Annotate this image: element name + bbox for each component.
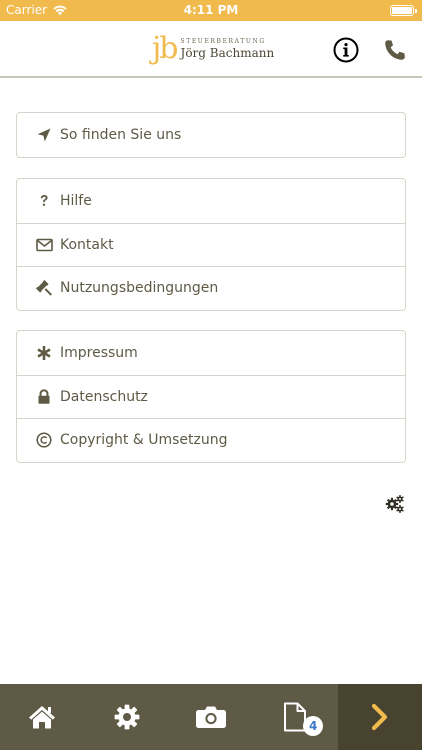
question-icon (35, 192, 53, 210)
menu-item-label: Impressum (60, 344, 138, 361)
home-icon (29, 706, 56, 729)
menu-item-kontakt[interactable]: Kontakt (17, 222, 405, 267)
gear-icon (114, 704, 139, 730)
battery-icon (390, 5, 417, 16)
logo: jb STEUERBERATUNG Jörg Bachmann (152, 31, 274, 67)
envelope-icon (35, 236, 53, 254)
logo-name: Jörg Bachmann (180, 46, 275, 60)
tab-next[interactable] (337, 684, 422, 750)
menu-item-label: So finden Sie uns (60, 126, 182, 143)
tab-documents[interactable]: 4 (253, 684, 337, 750)
app-header: jb STEUERBERATUNG Jörg Bachmann (0, 21, 422, 78)
menu-item-impressum[interactable]: Impressum (17, 331, 405, 375)
menu-item-label: Hilfe (60, 192, 92, 209)
asterisk-icon (35, 344, 53, 362)
gears-icon (385, 495, 404, 513)
tab-bar: 4 (0, 684, 422, 750)
advanced-settings-button[interactable] (385, 494, 405, 514)
info-circle-icon (333, 37, 359, 63)
document-count-badge: 4 (303, 716, 324, 736)
menu-item-label: Datenschutz (60, 388, 148, 405)
phone-icon (385, 40, 405, 60)
menu-item-hilfe[interactable]: Hilfe (17, 179, 405, 223)
menu-item-datenschutz[interactable]: Datenschutz (17, 374, 405, 419)
info-button[interactable] (333, 37, 359, 63)
gavel-icon (35, 279, 53, 297)
menu-group-location: So finden Sie uns (16, 112, 406, 158)
menu-group-legal: Impressum Datenschutz Copyright & Umsetz… (16, 330, 406, 463)
copyright-icon (35, 431, 53, 449)
tab-settings[interactable] (84, 684, 168, 750)
clock: 4:11 PM (183, 3, 239, 17)
logo-subtitle: STEUERBERATUNG (180, 38, 266, 45)
location-arrow-icon (35, 126, 53, 144)
phone-button[interactable] (382, 37, 408, 63)
tab-camera[interactable] (169, 684, 253, 750)
menu-item-copyright-umsetzung[interactable]: Copyright & Umsetzung (17, 418, 405, 462)
tab-home[interactable] (0, 684, 84, 750)
status-bar: Carrier 4:11 PM (0, 0, 422, 21)
lock-icon (35, 388, 53, 406)
camera-icon (195, 706, 226, 728)
chevron-right-icon (371, 703, 387, 731)
menu-group-help: Hilfe Kontakt Nutzungsbedingungen (16, 178, 406, 311)
menu-item-label: Kontakt (60, 236, 114, 253)
menu-item-nutzungsbedingungen[interactable]: Nutzungsbedingungen (17, 266, 405, 310)
menu-item-label: Nutzungsbedingungen (60, 280, 219, 297)
menu-item-label: Copyright & Umsetzung (60, 432, 228, 449)
logo-mark: jb (152, 31, 178, 66)
menu-item-so-finden-sie-uns[interactable]: So finden Sie uns (17, 113, 405, 157)
